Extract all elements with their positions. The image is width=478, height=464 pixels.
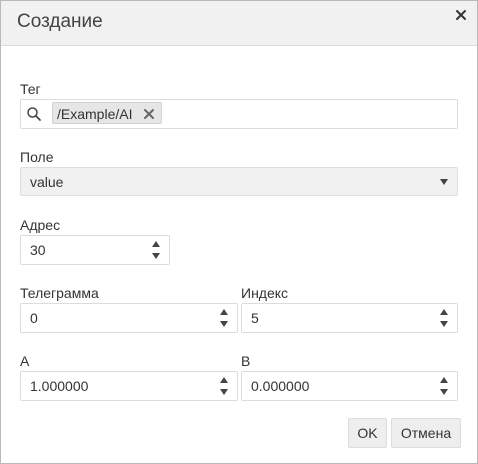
tag-label: Тег	[20, 81, 41, 97]
spinner-up-icon[interactable]	[152, 241, 160, 247]
a-label: A	[20, 353, 30, 369]
index-value: 5	[251, 310, 259, 326]
a-value: 1.000000	[30, 378, 89, 394]
close-icon	[144, 109, 154, 119]
field-select-value: value	[30, 174, 64, 190]
index-spinner	[431, 304, 457, 332]
a-spinner	[211, 372, 237, 400]
b-label: B	[241, 353, 251, 369]
telegram-input[interactable]: 0	[20, 303, 238, 333]
spinner-up-icon[interactable]	[220, 377, 228, 383]
chevron-down-icon	[440, 179, 448, 185]
index-label: Индекс	[241, 285, 289, 301]
search-icon	[27, 107, 41, 121]
tag-chip-label: /Example/AI	[57, 106, 133, 122]
search-button[interactable]	[21, 100, 49, 128]
telegram-spinner	[211, 304, 237, 332]
telegram-label: Телеграмма	[20, 285, 99, 301]
address-value: 30	[30, 242, 46, 258]
spinner-down-icon[interactable]	[152, 253, 160, 259]
spinner-down-icon[interactable]	[440, 389, 448, 395]
dialog-titlebar: Создание	[1, 1, 477, 46]
telegram-value: 0	[30, 310, 38, 326]
cancel-button[interactable]: Отмена	[391, 418, 461, 448]
close-icon	[456, 10, 466, 20]
close-button[interactable]	[453, 7, 469, 23]
spinner-down-icon[interactable]	[440, 321, 448, 327]
remove-tag-button[interactable]	[143, 107, 155, 119]
ok-button[interactable]: OK	[348, 418, 387, 448]
spinner-down-icon[interactable]	[220, 389, 228, 395]
address-input[interactable]: 30	[20, 235, 170, 265]
spinner-up-icon[interactable]	[440, 377, 448, 383]
field-label: Поле	[20, 149, 54, 165]
spinner-up-icon[interactable]	[220, 309, 228, 315]
b-value: 0.000000	[251, 378, 310, 394]
dialog-title: Создание	[17, 11, 103, 32]
index-input[interactable]: 5	[241, 303, 458, 333]
b-spinner	[431, 372, 457, 400]
create-dialog: Создание Тег /Example/AI Поле value Адре…	[0, 0, 478, 464]
address-spinner	[143, 236, 169, 264]
a-input[interactable]: 1.000000	[20, 371, 238, 401]
b-input[interactable]: 0.000000	[241, 371, 458, 401]
spinner-down-icon[interactable]	[220, 321, 228, 327]
address-label: Адрес	[20, 217, 61, 233]
spinner-up-icon[interactable]	[440, 309, 448, 315]
tag-input[interactable]: /Example/AI	[20, 99, 458, 129]
tag-chip: /Example/AI	[52, 102, 162, 124]
field-select[interactable]: value	[20, 167, 458, 196]
